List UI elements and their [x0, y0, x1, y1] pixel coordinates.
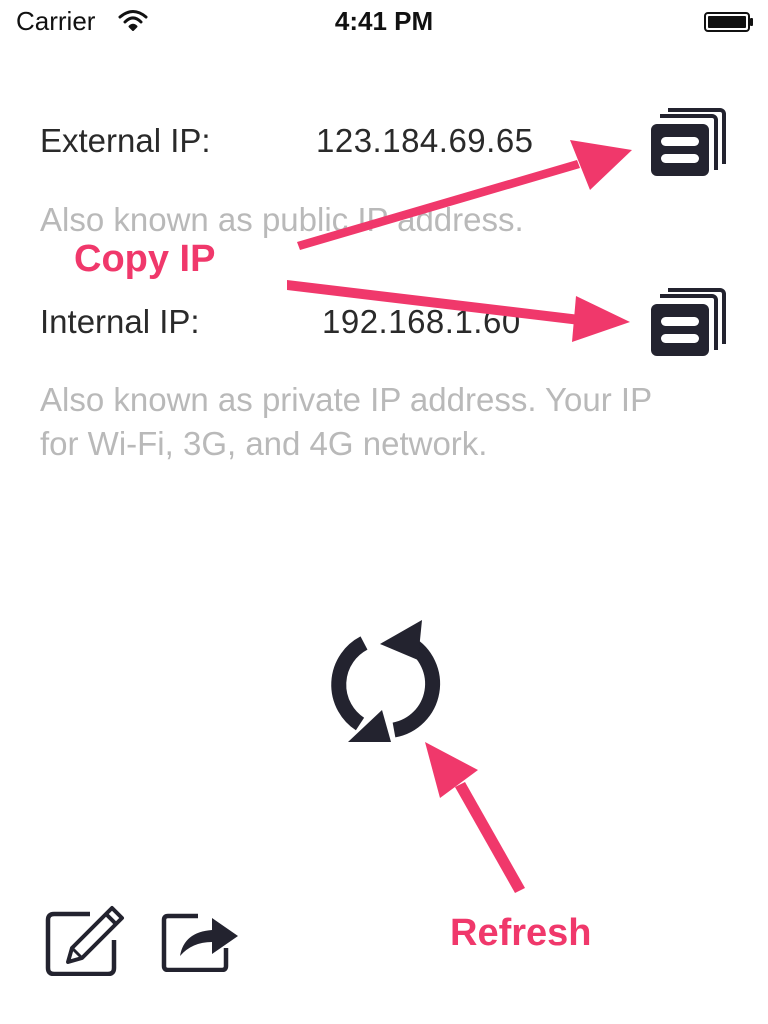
share-icon [161, 913, 238, 972]
internal-ip-description: Also known as private IP address. Your I… [40, 381, 652, 462]
edit-button[interactable] [44, 904, 126, 976]
external-ip-value: 123.184.69.65 [316, 122, 534, 159]
arrow-to-refresh [425, 742, 525, 893]
copy-icon [651, 108, 726, 176]
external-ip-description: Also known as public IP address. [40, 201, 524, 238]
share-button[interactable] [160, 908, 242, 972]
copy-external-ip-button[interactable] [648, 104, 728, 180]
battery-icon [704, 12, 753, 32]
refresh-annotation: Refresh [450, 912, 592, 954]
copy-ip-annotation: Copy IP [74, 238, 216, 280]
status-bar: Carrier 4:41 PM [0, 0, 768, 44]
internal-ip-label: Internal IP: [40, 303, 200, 340]
internal-ip-value: 192.168.1.60 [322, 303, 521, 340]
edit-icon [45, 906, 124, 976]
external-ip-label: External IP: [40, 122, 211, 159]
copy-icon [651, 288, 726, 356]
status-time: 4:41 PM [334, 6, 434, 36]
copy-internal-ip-button[interactable] [648, 284, 728, 360]
refresh-button[interactable] [318, 618, 454, 748]
refresh-icon [331, 636, 441, 738]
